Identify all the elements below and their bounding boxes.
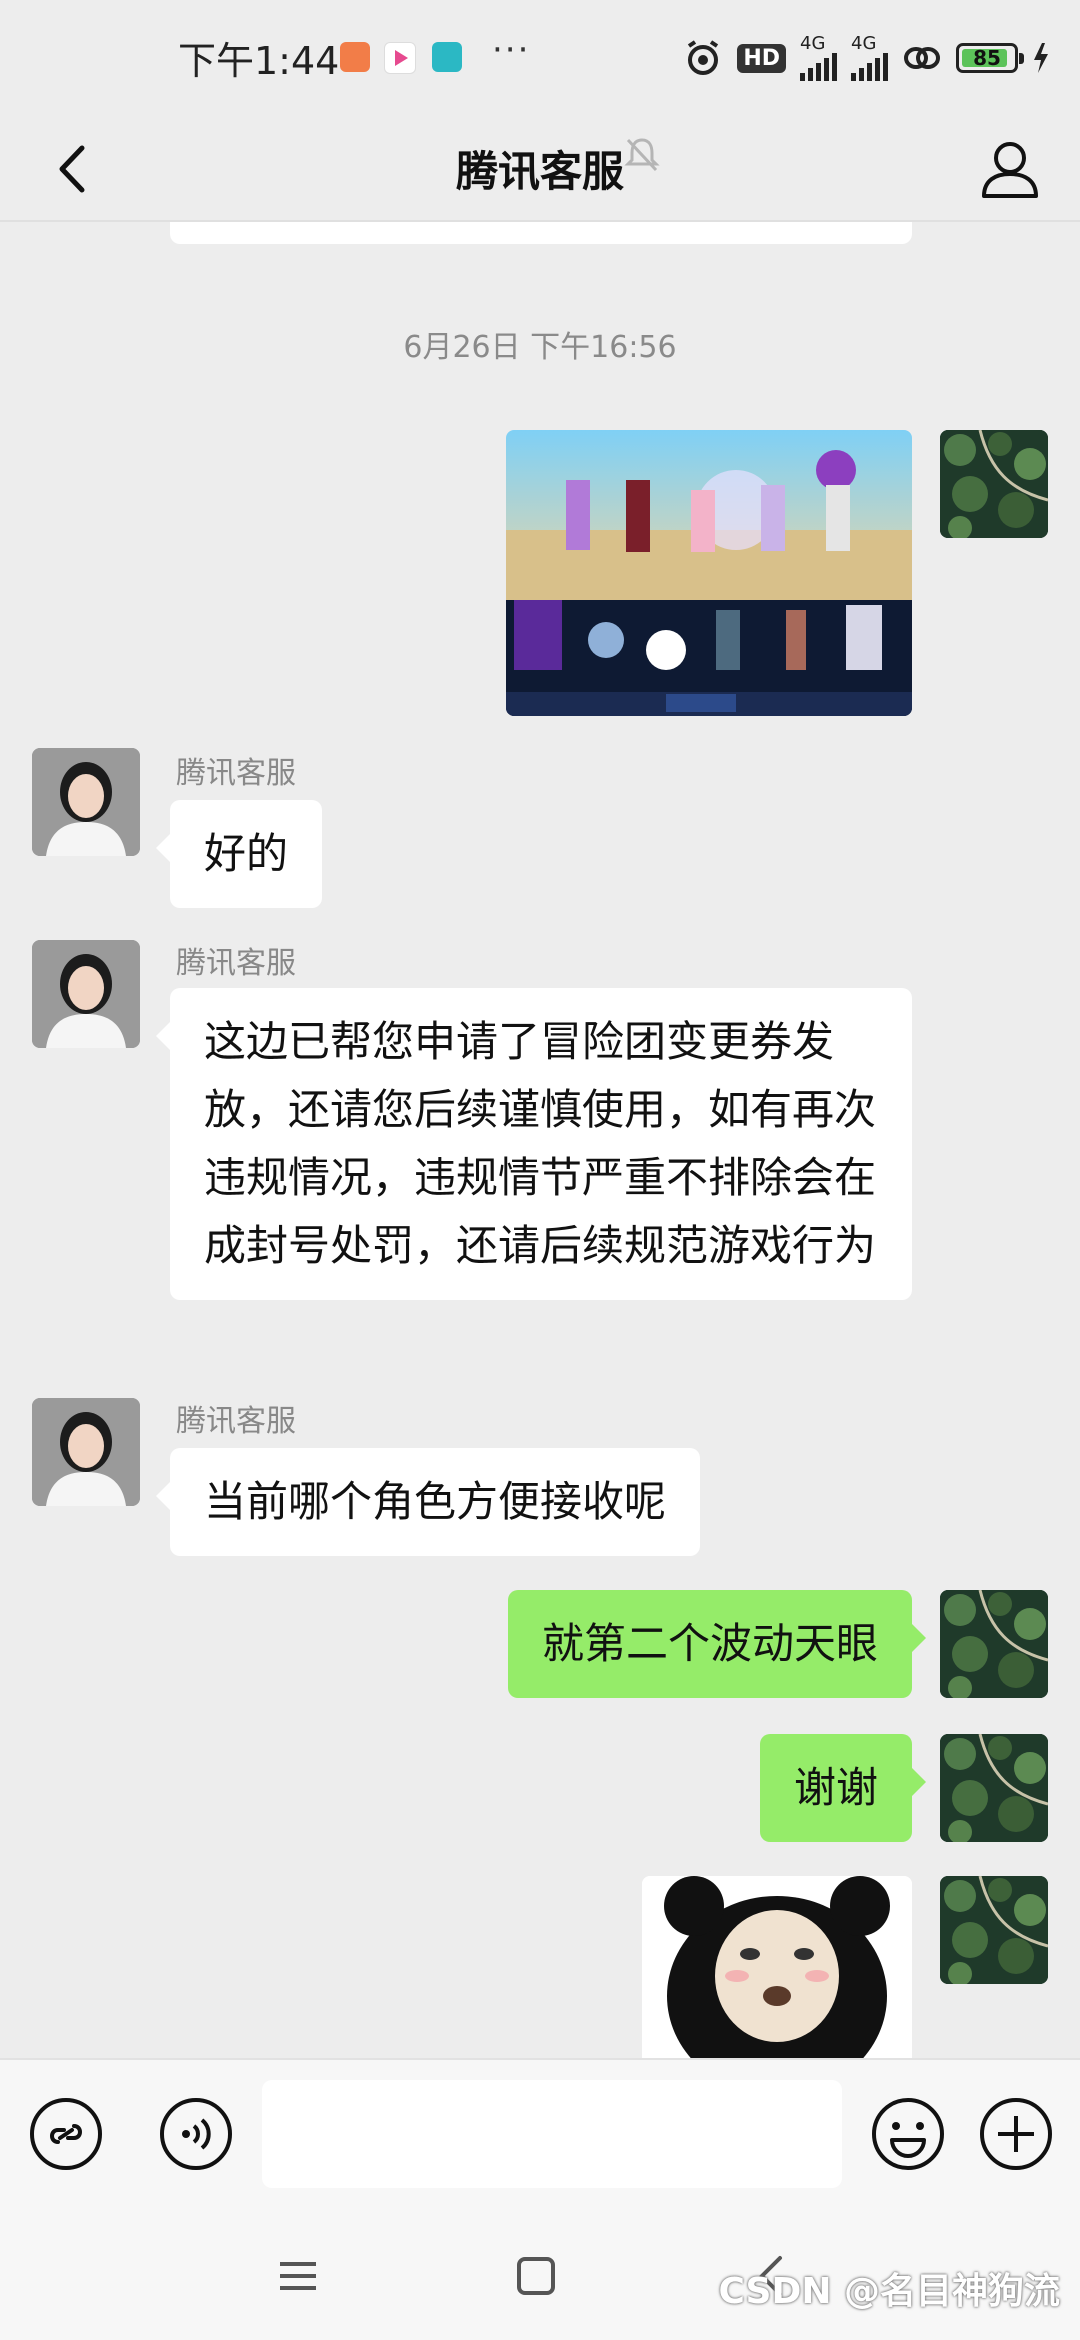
app-notification-icon <box>340 42 370 72</box>
bell-off-icon <box>624 138 660 172</box>
chat-header: 腾讯客服 <box>0 120 1080 220</box>
sender-name: 腾讯客服 <box>176 1404 296 1439</box>
alarm-icon <box>688 40 719 75</box>
message-bubble[interactable]: 好的 <box>155 800 323 908</box>
profile-button[interactable] <box>970 130 1050 210</box>
video-app-icon <box>384 42 416 74</box>
cs-avatar[interactable] <box>32 1398 140 1506</box>
my-avatar[interactable] <box>940 1734 1048 1842</box>
my-message-bubble[interactable]: 谢谢 <box>759 1734 927 1842</box>
more-notifications-icon: ··· <box>492 30 531 70</box>
previous-message-bubble <box>170 222 912 244</box>
sender-name: 腾讯客服 <box>176 756 296 791</box>
message-input[interactable] <box>262 2080 842 2188</box>
status-time: 下午1:44 <box>178 39 340 83</box>
network-type-1: 4G <box>800 33 826 54</box>
my-avatar[interactable] <box>940 1876 1048 1984</box>
cs-avatar[interactable] <box>32 940 140 1048</box>
my-avatar[interactable] <box>940 430 1048 538</box>
home-icon[interactable] <box>516 2256 556 2296</box>
link-status-icon <box>904 47 940 69</box>
cs-avatar[interactable] <box>32 748 140 856</box>
menu-icon[interactable] <box>278 2256 318 2296</box>
link-icon[interactable] <box>28 2096 104 2172</box>
message-input-bar <box>0 2058 1080 2220</box>
watermark: CSDN @名目神狗流 <box>718 2271 1060 2312</box>
status-bar: 下午1:44 ··· HD 4G 4G 85 <box>0 0 1080 120</box>
hd-voice-badge: HD <box>737 43 786 73</box>
signal-icon-1 <box>800 53 837 81</box>
battery-level: 85 <box>973 46 1001 70</box>
sender-name: 腾讯客服 <box>176 946 296 981</box>
charging-icon <box>1034 43 1048 73</box>
game-screenshot-image[interactable] <box>506 430 912 716</box>
message-bubble[interactable]: 当前哪个角色方便接收呢 <box>155 1448 701 1556</box>
emoji-icon[interactable] <box>870 2096 946 2172</box>
message-timestamp: 6月26日 下午16:56 <box>403 330 677 365</box>
my-avatar[interactable] <box>940 1590 1048 1698</box>
my-message-bubble[interactable]: 就第二个波动天眼 <box>507 1590 927 1698</box>
panda-meme-sticker[interactable] <box>642 1876 912 2058</box>
network-type-2: 4G <box>851 33 877 54</box>
voice-icon[interactable] <box>158 2096 234 2172</box>
signal-icon-2 <box>851 53 888 81</box>
message-bubble[interactable]: 这边已帮您申请了冒险团变更券发放，还请您后续谨慎使用，如有再次违规情况，违规情节… <box>156 988 912 1300</box>
browser-app-icon <box>432 42 462 72</box>
plus-icon[interactable] <box>978 2096 1054 2172</box>
chat-message-list[interactable]: 6月26日 下午16:56 腾讯客服 好的 腾讯客服 这边已帮您申请了冒险团变更… <box>0 222 1080 2058</box>
battery-icon: 85 <box>956 43 1024 73</box>
chat-title: 腾讯客服 <box>455 147 624 196</box>
